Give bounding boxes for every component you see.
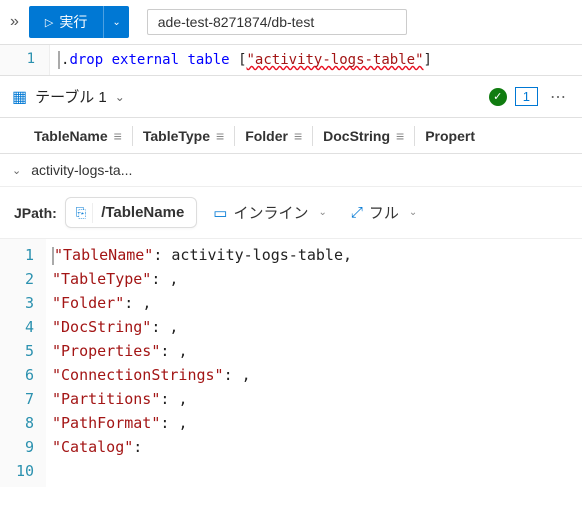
run-dropdown-button[interactable]: ⌄ — [103, 6, 128, 38]
filter-icon[interactable]: ≡ — [396, 128, 404, 144]
results-header: ▦ テーブル 1 ⌄ ✓ 1 ⋯ — [0, 76, 582, 118]
column-header[interactable]: TableType≡ — [133, 128, 234, 144]
copy-icon[interactable]: ⎘ — [70, 203, 93, 223]
full-mode-button[interactable]: ⤢ フル ⌄ — [343, 198, 425, 227]
editor-code[interactable]: .drop external table ["activity-logs-tab… — [50, 45, 440, 75]
table-icon: ▦ — [12, 87, 27, 107]
json-viewer[interactable]: 12345678910 "TableName": activity-logs-t… — [0, 239, 582, 487]
scope-field[interactable]: ade-test-8271874/db-test — [147, 9, 407, 35]
expand-chevron-icon[interactable]: » — [8, 11, 21, 33]
run-button-group: ▷ 実行 ⌄ — [29, 6, 129, 38]
grid-header: TableName≡ TableType≡ Folder≡ DocString≡… — [0, 118, 582, 154]
column-header[interactable]: DocString≡ — [313, 128, 414, 144]
json-gutter: 12345678910 — [0, 239, 46, 487]
chevron-down-icon: ⌄ — [319, 207, 327, 218]
results-title: テーブル 1 — [35, 86, 107, 107]
editor-gutter: 1 — [0, 45, 50, 75]
filter-icon[interactable]: ≡ — [114, 128, 122, 144]
more-menu-icon[interactable]: ⋯ — [546, 87, 570, 107]
chevron-down-icon: ⌄ — [409, 207, 417, 218]
filter-icon[interactable]: ≡ — [294, 128, 302, 144]
filter-icon[interactable]: ≡ — [216, 128, 224, 144]
play-icon: ▷ — [45, 16, 53, 29]
table-row[interactable]: ⌄ activity-logs-ta... — [0, 154, 582, 187]
row-count-badge[interactable]: 1 — [515, 87, 538, 106]
jpath-box: ⎘ /TableName — [65, 197, 198, 228]
run-button[interactable]: ▷ 実行 — [29, 6, 103, 38]
expand-icon: ⤢ — [351, 204, 363, 221]
column-header[interactable]: Propert — [415, 128, 485, 144]
column-header[interactable]: Folder≡ — [235, 128, 312, 144]
run-button-label: 実行 — [59, 12, 87, 32]
query-editor[interactable]: 1 .drop external table ["activity-logs-t… — [0, 45, 582, 76]
top-toolbar: » ▷ 実行 ⌄ ade-test-8271874/db-test — [0, 0, 582, 45]
inline-icon: ▭ — [213, 204, 227, 222]
json-body[interactable]: "TableName": activity-logs-table,"TableT… — [46, 239, 358, 487]
inline-mode-button[interactable]: ▭ インライン ⌄ — [205, 198, 335, 227]
column-header[interactable]: TableName≡ — [24, 128, 132, 144]
results-dropdown-icon[interactable]: ⌄ — [115, 90, 125, 104]
jpath-label: JPath: — [14, 205, 57, 221]
expand-row-icon[interactable]: ⌄ — [12, 164, 21, 177]
jpath-value[interactable]: /TableName — [99, 202, 192, 223]
jpath-toolbar: JPath: ⎘ /TableName ▭ インライン ⌄ ⤢ フル ⌄ — [0, 187, 582, 239]
cell-tablename: activity-logs-ta... — [31, 162, 132, 178]
success-icon: ✓ — [489, 88, 507, 106]
